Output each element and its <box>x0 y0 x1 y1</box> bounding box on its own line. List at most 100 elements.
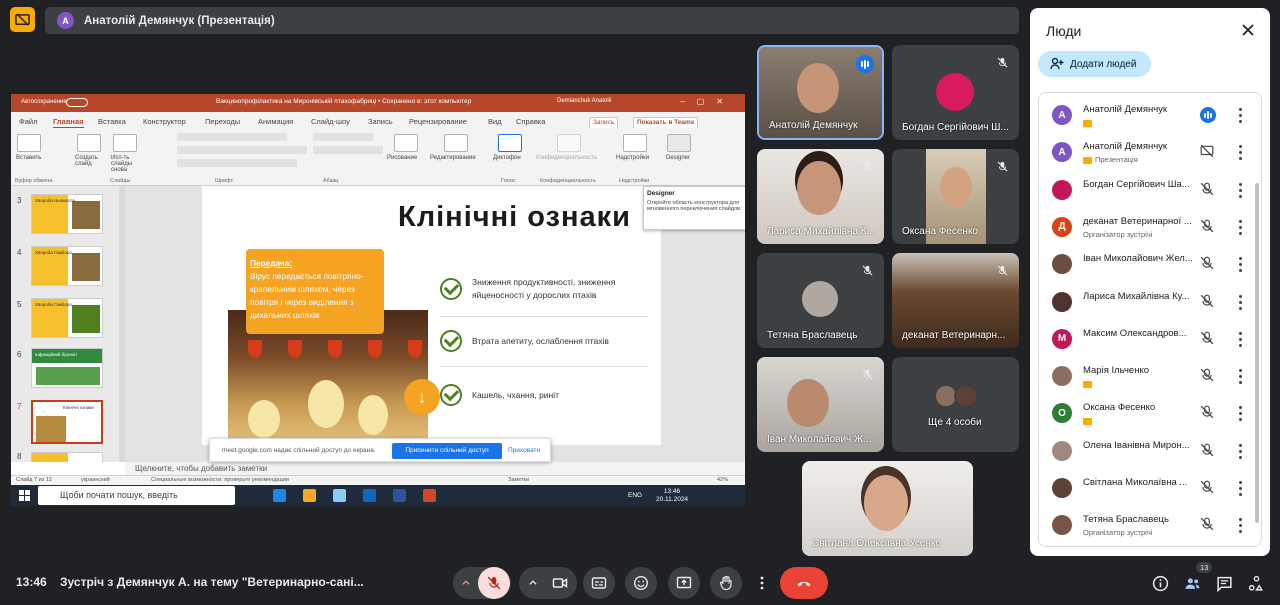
tab-help[interactable]: Справка <box>516 117 545 126</box>
participant-tile[interactable]: Богдан Сергійович Ш... <box>892 45 1019 140</box>
mic-off-icon[interactable] <box>478 567 510 599</box>
slide-thumbnail-selected[interactable]: Клінічні ознаки <box>31 400 103 444</box>
more-options-icon[interactable] <box>1238 443 1242 459</box>
paste-icon[interactable] <box>17 134 41 152</box>
activities-icon[interactable] <box>1246 573 1266 593</box>
participant-row[interactable]: М Максим Олександров... <box>1039 321 1261 358</box>
slide-thumbnail[interactable] <box>31 452 103 462</box>
paragraph-row-2[interactable] <box>313 146 383 154</box>
camera-icon[interactable] <box>545 575 575 591</box>
more-options-icon[interactable] <box>1238 108 1242 123</box>
editing-icon[interactable] <box>444 134 468 152</box>
dictation-icon[interactable] <box>498 134 522 152</box>
windows-start-icon[interactable] <box>19 490 30 501</box>
participant-row[interactable]: А Анатолій Демянчук <box>1039 97 1261 134</box>
chat-icon[interactable] <box>1214 573 1234 593</box>
tab-transitions[interactable]: Переходы <box>205 117 240 126</box>
slide-thumbnail[interactable]: Хвороба Ньюкасла <box>31 194 103 234</box>
keyboard-language[interactable]: ENG <box>628 492 642 499</box>
add-people-button[interactable]: Додати людей <box>1038 51 1151 77</box>
more-options-icon[interactable] <box>1238 182 1242 198</box>
edge-icon[interactable] <box>273 489 286 502</box>
window-controls[interactable]: –▢✕ <box>680 97 735 106</box>
tab-slideshow[interactable]: Слайд-шоу <box>311 117 350 126</box>
participant-tile[interactable]: Світлана Олексіївна Усенко <box>802 461 973 556</box>
more-options-icon[interactable] <box>1238 518 1242 534</box>
more-options-icon[interactable] <box>1238 257 1242 273</box>
participant-row[interactable]: Ддеканат Ветеринарної ... Організатор зус… <box>1039 209 1261 246</box>
tab-review[interactable]: Рецензирование <box>409 117 467 126</box>
powerpoint-icon[interactable] <box>423 489 436 502</box>
participant-tile[interactable]: Іван Миколайович Ж... <box>757 357 884 452</box>
participant-tile[interactable]: Лариса Михайлівна К... <box>757 149 884 244</box>
word-icon[interactable] <box>393 489 406 502</box>
more-options-icon[interactable] <box>1238 294 1242 310</box>
tab-file[interactable]: Файл <box>19 117 37 126</box>
stop-presenting-icon[interactable] <box>10 7 35 32</box>
participant-row[interactable]: Олена Іванівна Мирон... <box>1039 433 1261 470</box>
more-options-icon[interactable] <box>1238 145 1242 161</box>
privacy-icon[interactable] <box>557 134 581 152</box>
reuse-slides-icon[interactable] <box>113 134 137 152</box>
present-screen-icon[interactable] <box>668 567 700 599</box>
participant-row[interactable]: А Анатолій Демянчук Презентація <box>1039 134 1261 171</box>
presenter-pill[interactable]: A Анатолій Демянчук (Презентація) <box>45 7 1019 34</box>
autosave-toggle[interactable] <box>66 98 88 107</box>
captions-icon[interactable] <box>583 567 615 599</box>
slide-thumbnail[interactable]: Хвороба Гамборо <box>31 246 103 286</box>
emoji-icon[interactable] <box>625 567 657 599</box>
stop-sharing-button[interactable]: Припинити спільний доступ <box>392 443 502 459</box>
participant-tile[interactable]: Оксана Фесенко <box>892 149 1019 244</box>
more-options-icon[interactable] <box>752 567 772 599</box>
people-icon[interactable] <box>1182 573 1202 593</box>
participant-row[interactable]: Марія Ільченко <box>1039 358 1261 395</box>
accessibility-status[interactable]: Специальные возможности: проверьте реком… <box>151 477 289 483</box>
participant-tile[interactable]: Анатолій Демянчук <box>757 45 884 140</box>
chevron-up-icon[interactable] <box>454 575 478 591</box>
participant-tile[interactable]: деканат Ветеринарн... <box>892 253 1019 348</box>
more-participants-tile[interactable]: Ще 4 особи <box>892 357 1019 452</box>
zoom-level[interactable]: 42% <box>717 477 728 483</box>
tab-view[interactable]: Вид <box>488 117 502 126</box>
leave-call-button[interactable] <box>780 567 828 599</box>
designer-icon[interactable] <box>667 134 691 152</box>
font-name-box[interactable] <box>177 133 287 141</box>
participant-row[interactable]: Лариса Михайлівна Ку... <box>1039 284 1261 321</box>
slide-thumbnail[interactable]: Інфекційний бронхіт <box>31 348 103 388</box>
more-options-icon[interactable] <box>1238 406 1242 422</box>
hide-sharing-bar-link[interactable]: Приховати <box>508 447 540 454</box>
participant-row[interactable]: Світлана Миколаївна ... <box>1039 470 1261 507</box>
current-slide[interactable]: Клінічні ознаки Передача: Вірус передаєт… <box>202 186 661 445</box>
slide-thumbnail[interactable]: Хвороба Гамборо <box>31 298 103 338</box>
store-icon[interactable] <box>333 489 346 502</box>
tab-record[interactable]: Запись <box>368 117 393 126</box>
taskbar-clock[interactable]: 13:46 20.11.2024 <box>656 488 688 504</box>
more-options-icon[interactable] <box>1238 369 1242 385</box>
drawing-icon[interactable] <box>394 134 418 152</box>
more-options-icon[interactable] <box>1238 219 1242 235</box>
paragraph-row-1[interactable] <box>313 133 373 141</box>
participant-row[interactable]: Тетяна Браславець Організатор зустрічі <box>1039 507 1261 544</box>
participant-row[interactable]: О Оксана Фесенко <box>1039 395 1261 432</box>
new-slide-icon[interactable] <box>77 134 101 152</box>
notes-pane[interactable]: Щелкните, чтобы добавить заметки <box>125 462 745 475</box>
explorer-icon[interactable] <box>303 489 316 502</box>
taskbar-search[interactable]: Щоби почати пошук, введіть <box>38 486 235 505</box>
participant-row[interactable]: Іван Миколайович Жел... <box>1039 246 1261 283</box>
tab-animation[interactable]: Анимация <box>258 117 293 126</box>
tab-insert[interactable]: Вставка <box>98 117 126 126</box>
outlook-icon[interactable] <box>363 489 376 502</box>
font-color-row[interactable] <box>177 159 297 167</box>
notes-toggle[interactable]: Заметки <box>508 477 529 483</box>
more-options-icon[interactable] <box>1238 481 1242 496</box>
participant-row[interactable]: Богдан Сергійович Ша... <box>1039 172 1261 209</box>
participant-tile[interactable]: Тетяна Браславець <box>757 253 884 348</box>
font-format-row[interactable] <box>177 146 307 154</box>
meeting-info-icon[interactable] <box>1150 573 1170 593</box>
raise-hand-icon[interactable] <box>710 567 742 599</box>
addins-icon[interactable] <box>623 134 647 152</box>
close-icon[interactable] <box>1240 22 1256 38</box>
chevron-up-icon[interactable] <box>521 575 545 591</box>
tab-design[interactable]: Конструктор <box>143 117 186 126</box>
more-options-icon[interactable] <box>1238 331 1242 347</box>
